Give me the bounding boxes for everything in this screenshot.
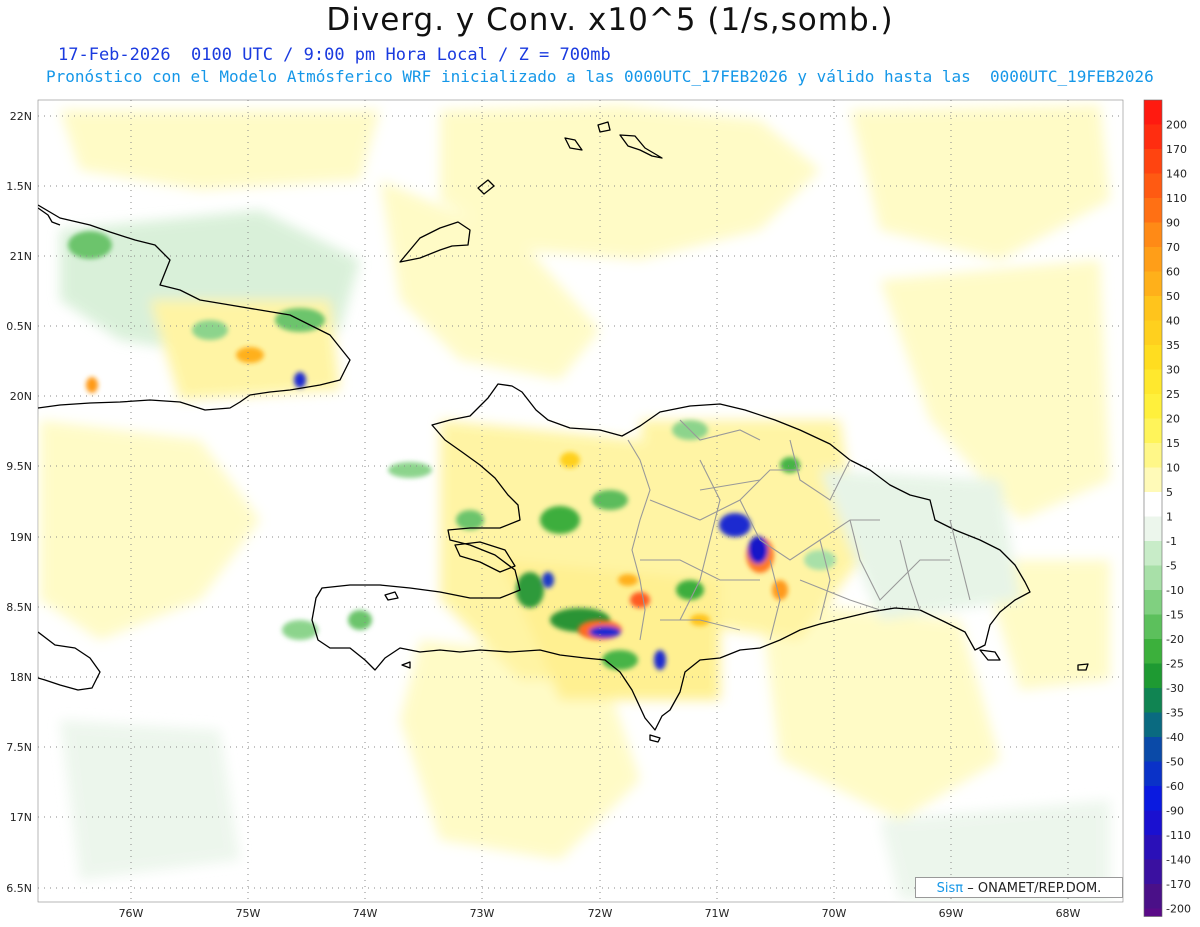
credit-logo: Sisπ [936,881,964,896]
lon-label: 68W [1056,907,1081,920]
colorbar-swatch [1144,688,1162,713]
credit-box: Sisπ – ONAMET/REP.DOM. [915,877,1123,898]
colorbar-label: -40 [1166,731,1184,744]
colorbar-swatch [1144,786,1162,811]
colorbar-swatch [1144,835,1162,860]
colorbar-swatch [1144,467,1162,492]
lon-label: 74W [353,907,378,920]
colorbar-label: -20 [1166,633,1184,646]
colorbar-swatch [1144,345,1162,370]
colorbar-swatch [1144,761,1162,786]
colorbar-swatch [1144,565,1162,590]
lat-label: 22N [10,110,32,123]
colorbar-swatch [1144,516,1162,541]
colorbar-swatch [1144,443,1162,468]
colorbar-label: -30 [1166,682,1184,695]
lon-label: 75W [236,907,261,920]
colorbar-swatch [1144,614,1162,639]
colorbar-label: 30 [1166,364,1180,377]
colorbar-swatch [1144,247,1162,272]
colorbar-swatch [1144,737,1162,762]
colorbar-swatch [1144,222,1162,247]
colorbar-label: -5 [1166,560,1177,573]
colorbar-label: 50 [1166,290,1180,303]
colorbar-swatch [1144,369,1162,394]
colorbar-label: -200 [1166,903,1191,916]
colorbar-label: 35 [1166,339,1180,352]
colorbar-swatch [1144,124,1162,149]
colorbar-label: -10 [1166,584,1184,597]
colorbar-label: 110 [1166,192,1187,205]
longitude-labels: 76W 75W 74W 73W 72W 71W 70W 69W 68W [119,907,1081,920]
latitude-labels: 22N 1.5N 21N 0.5N 20N 9.5N 19N 8.5N 18N … [6,110,32,895]
colorbar-swatch [1144,173,1162,198]
lon-label: 73W [470,907,495,920]
colorbar-label: -35 [1166,707,1184,720]
colorbar-label: 200 [1166,119,1187,132]
lat-label: 8.5N [6,601,32,614]
colorbar-swatch [1144,541,1162,566]
lat-label: 9.5N [6,460,32,473]
colorbar-swatch [1144,394,1162,419]
colorbar-label: -50 [1166,756,1184,769]
colorbar-swatch [1144,908,1162,917]
lat-label: 20N [10,390,32,403]
colorbar-label: -25 [1166,658,1184,671]
lon-label: 70W [822,907,847,920]
divergence-shading [40,105,1110,900]
lat-label: 6.5N [6,882,32,895]
lon-label: 69W [939,907,964,920]
colorbar-label: 15 [1166,437,1180,450]
colorbar-label: -90 [1166,805,1184,818]
colorbar-label: 140 [1166,168,1187,181]
lat-label: 1.5N [6,180,32,193]
colorbar-label: -1 [1166,535,1177,548]
colorbar-label: 40 [1166,315,1180,328]
colorbar-swatch [1144,198,1162,223]
colorbar: 200 170 140 110 90 70 60 50 40 35 30 25 20 15 10 5 1 -1 -5… [1143,99,1191,917]
lon-label: 76W [119,907,144,920]
lat-label: 0.5N [6,320,32,333]
colorbar-swatch [1144,296,1162,321]
colorbar-swatch [1144,492,1162,517]
colorbar-swatch [1144,663,1162,688]
lat-label: 17N [10,811,32,824]
lat-label: 7.5N [6,741,32,754]
colorbar-label: -15 [1166,609,1184,622]
lat-label: 19N [10,531,32,544]
colorbar-swatch [1144,320,1162,345]
colorbar-label: 170 [1166,143,1187,156]
divergence-map: 22N 1.5N 21N 0.5N 20N 9.5N 19N 8.5N 18N … [6,99,1191,920]
colorbar-label: 60 [1166,266,1180,279]
lat-label: 18N [10,671,32,684]
colorbar-label: -110 [1166,829,1191,842]
colorbar-swatch [1144,590,1162,615]
colorbar-label: 10 [1166,462,1180,475]
colorbar-swatch [1144,149,1162,174]
colorbar-label: -60 [1166,780,1184,793]
colorbar-swatch [1144,639,1162,664]
colorbar-label: 1 [1166,511,1173,524]
colorbar-swatch [1144,712,1162,737]
colorbar-label: 70 [1166,241,1180,254]
colorbar-label: 20 [1166,413,1180,426]
lon-label: 71W [705,907,730,920]
colorbar-swatch [1144,859,1162,884]
colorbar-label: 5 [1166,486,1173,499]
colorbar-label: 90 [1166,217,1180,230]
colorbar-swatch [1144,100,1162,125]
lon-label: 72W [588,907,613,920]
colorbar-label: 25 [1166,388,1180,401]
colorbar-swatch [1144,884,1162,909]
credit-text: – ONAMET/REP.DOM. [967,881,1102,896]
lat-label: 21N [10,250,32,263]
colorbar-swatch [1144,810,1162,835]
colorbar-swatch [1144,418,1162,443]
colorbar-label: -170 [1166,878,1191,891]
colorbar-label: -140 [1166,854,1191,867]
colorbar-swatch [1144,271,1162,296]
